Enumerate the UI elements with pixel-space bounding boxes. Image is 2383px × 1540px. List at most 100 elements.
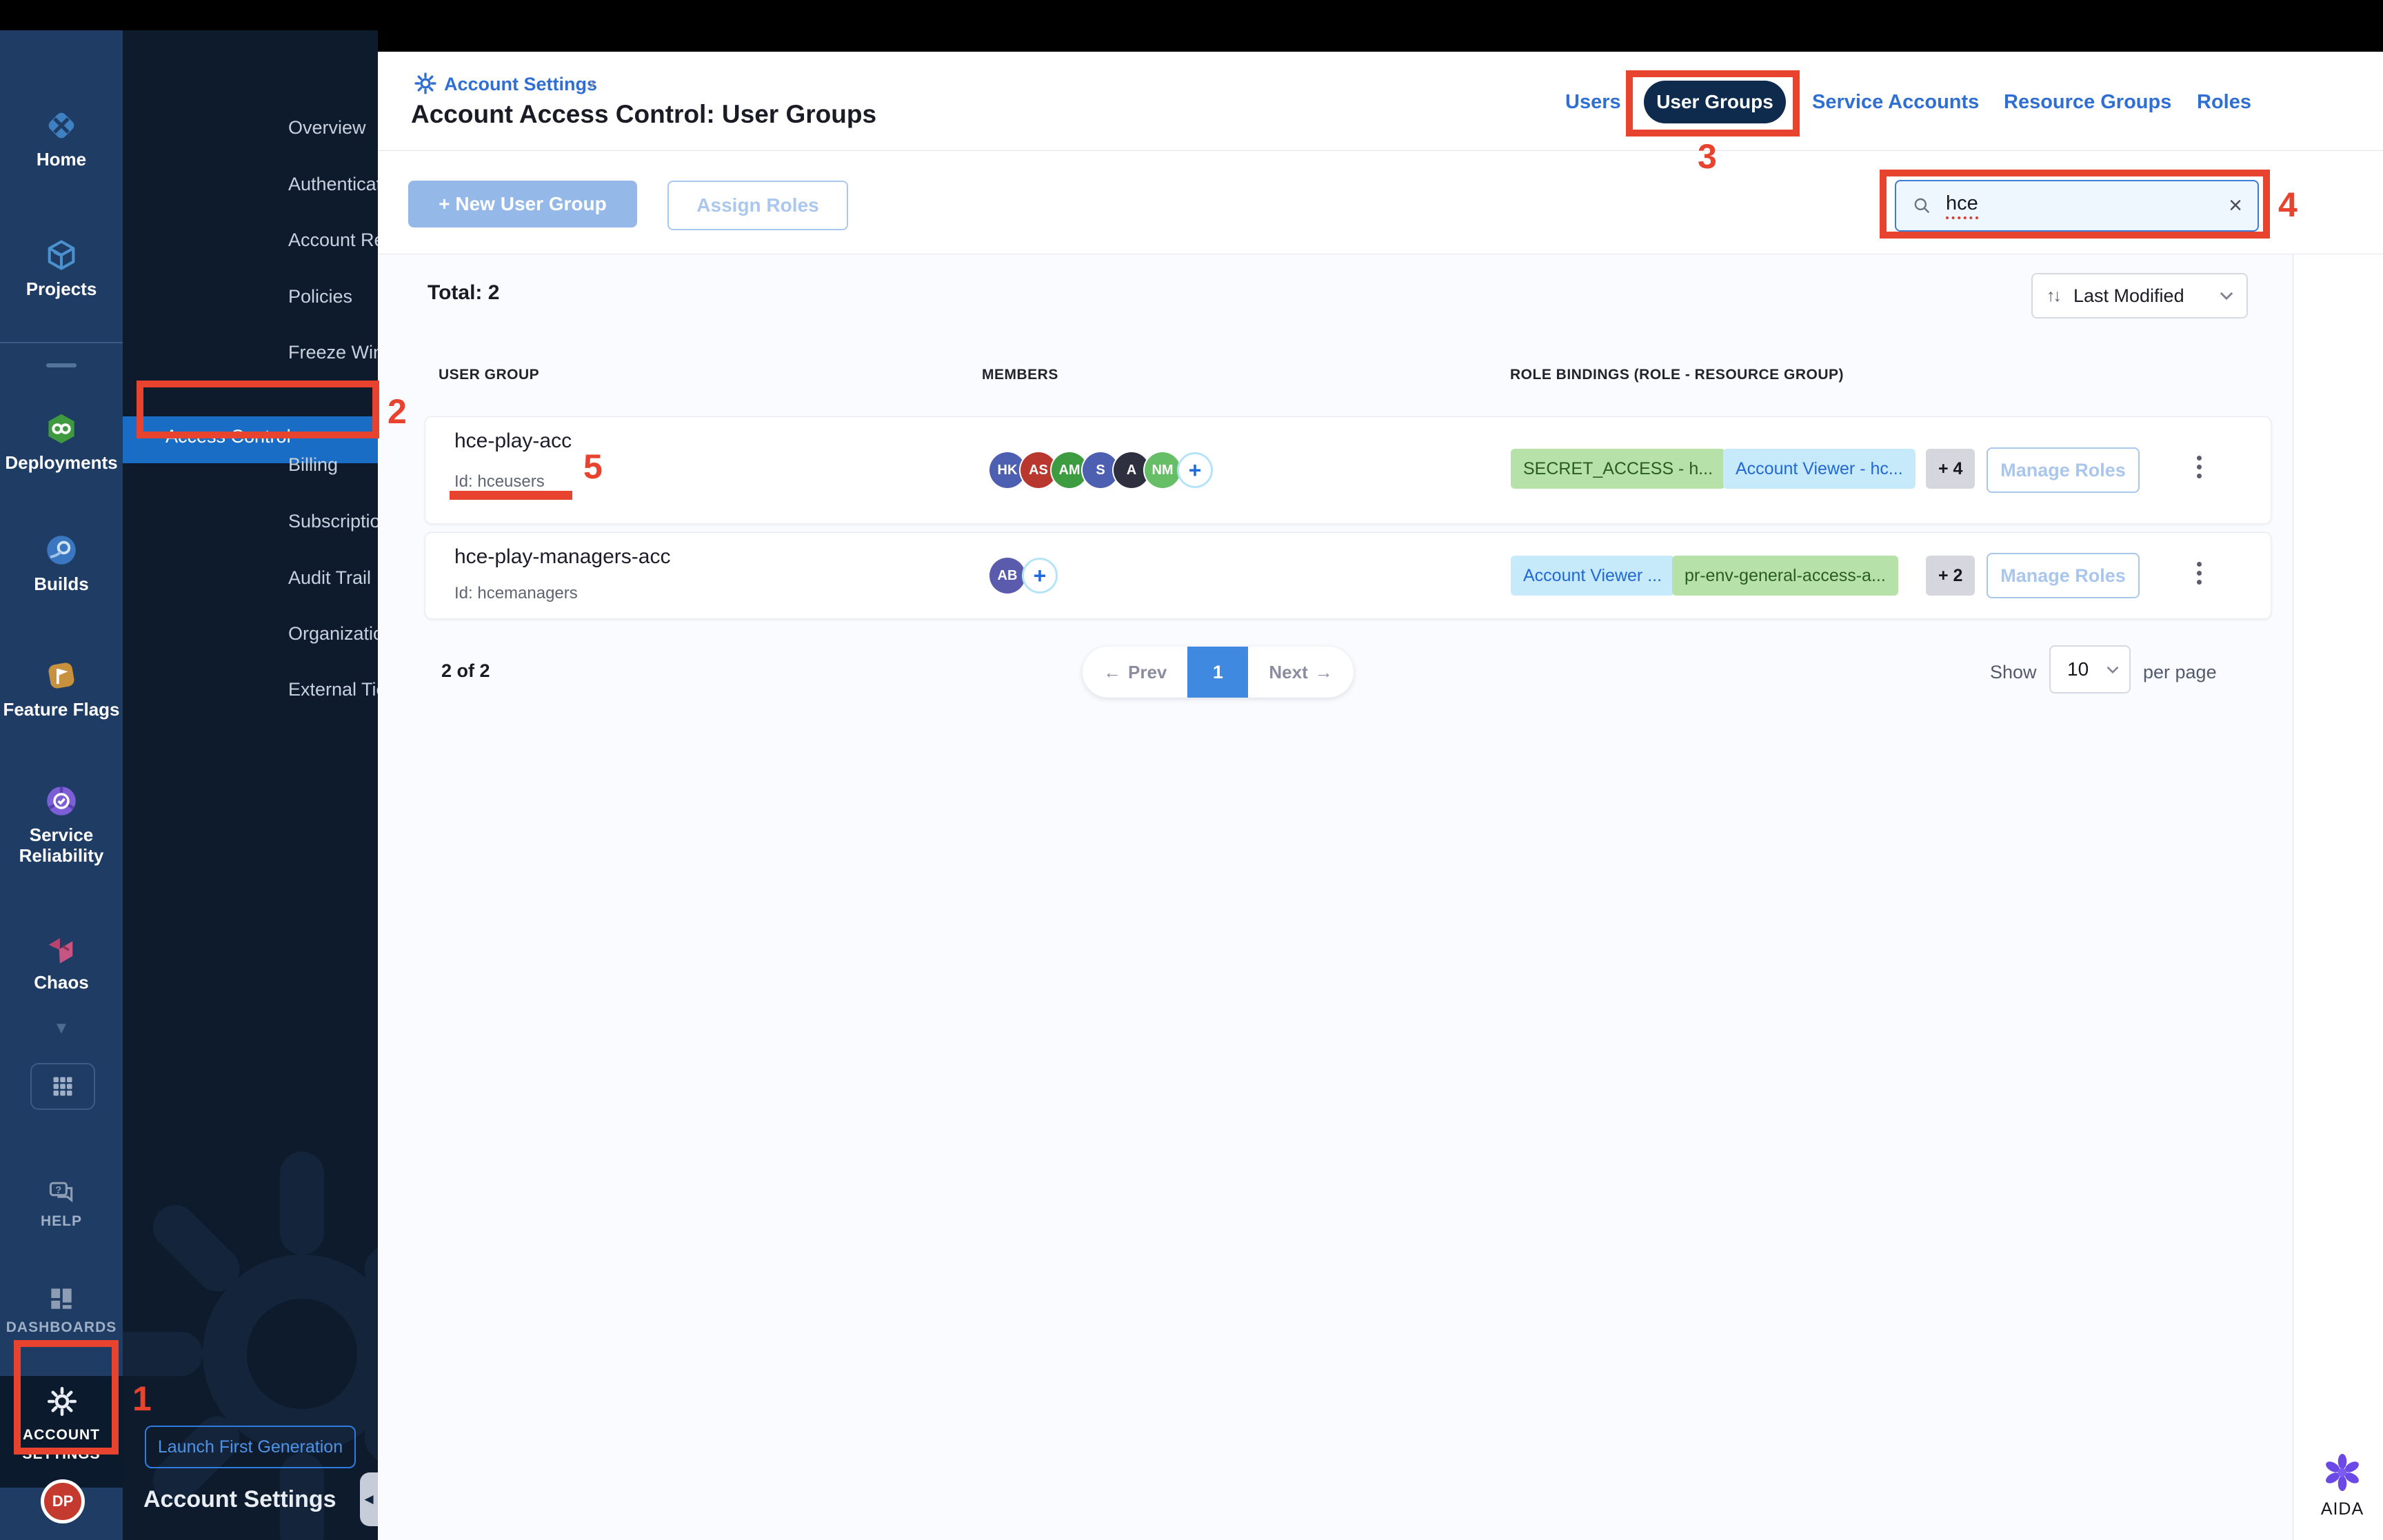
- member-avatar[interactable]: NM: [1145, 452, 1180, 488]
- current-page-button[interactable]: 1: [1187, 647, 1249, 698]
- sort-dropdown[interactable]: ↑↓ Last Modified: [2031, 273, 2248, 318]
- sidebar-item-chaos[interactable]: Chaos: [0, 931, 123, 993]
- module-picker-button[interactable]: [30, 1063, 95, 1110]
- launch-first-generation-button[interactable]: Launch First Generation: [145, 1426, 356, 1468]
- tab-users[interactable]: Users: [1565, 91, 1621, 114]
- manage-roles-button[interactable]: Manage Roles: [1987, 553, 2140, 598]
- service-reliability-icon: [47, 787, 76, 815]
- sort-label: Last Modified: [2073, 285, 2184, 306]
- aida-icon: [2326, 1454, 2359, 1491]
- user-group-name[interactable]: hce-play-acc: [454, 429, 572, 453]
- feature-flags-icon: [48, 662, 74, 689]
- page-size-dropdown[interactable]: 10: [2049, 645, 2131, 693]
- annotation-number-2: 2: [388, 392, 407, 431]
- builds-icon: [47, 536, 76, 565]
- role-binding-badge[interactable]: pr-env-general-access-a...: [1672, 556, 1898, 596]
- sidebar-divider: [0, 342, 123, 343]
- annotation-box-2: [137, 381, 379, 438]
- menu-item-subscriptions[interactable]: Subscriptions: [288, 507, 378, 535]
- column-header-user-group: USER GROUP: [439, 367, 540, 383]
- tab-service-accounts[interactable]: Service Accounts: [1812, 91, 1979, 114]
- sidebar-chevron-down-icon[interactable]: ▼: [0, 1019, 123, 1038]
- sidebar-item-projects[interactable]: Projects: [0, 237, 123, 299]
- chaos-icon: [48, 938, 73, 964]
- sidebar-item-builds[interactable]: Builds: [0, 532, 123, 594]
- module-sidebar: Home Projects Deployments Builds Feature…: [0, 30, 123, 1540]
- app-window: Home Projects Deployments Builds Feature…: [0, 0, 2383, 1540]
- assign-roles-button[interactable]: Assign Roles: [667, 181, 848, 230]
- page-title: Account Access Control: User Groups: [411, 100, 877, 128]
- home-icon: [48, 112, 74, 139]
- menu-item-authentication[interactable]: Authentication: [288, 170, 378, 198]
- add-member-button[interactable]: +: [1177, 452, 1213, 488]
- sidebar-drag-handle[interactable]: [46, 363, 77, 367]
- column-header-members: MEMBERS: [982, 367, 1058, 383]
- menu-item-audit-trail[interactable]: Audit Trail: [288, 564, 371, 591]
- menu-item-account-resources[interactable]: Account Resources: [288, 226, 378, 254]
- annotation-number-3: 3: [1698, 137, 1717, 176]
- row-menu-icon[interactable]: [2192, 558, 2206, 589]
- role-binding-badge[interactable]: Account Viewer - hc...: [1723, 449, 1916, 489]
- more-bindings-badge[interactable]: + 4: [1926, 449, 1975, 489]
- dashboards-icon: [51, 1288, 72, 1309]
- tab-resource-groups[interactable]: Resource Groups: [2004, 91, 2171, 114]
- menu-item-freeze-windows[interactable]: Freeze Windows: [288, 338, 378, 366]
- annotation-underline-5: [450, 491, 572, 500]
- tab-roles[interactable]: Roles: [2197, 91, 2251, 114]
- sidebar-footer-title: Account Settings: [143, 1486, 336, 1512]
- breadcrumb[interactable]: Account Settings: [444, 74, 597, 95]
- more-bindings-badge[interactable]: + 2: [1926, 556, 1975, 596]
- breadcrumb-separator: ›: [589, 72, 595, 93]
- column-header-role-bindings: ROLE BINDINGS (ROLE - RESOURCE GROUP): [1510, 367, 1844, 383]
- annotation-number-4: 4: [2278, 185, 2297, 224]
- deployments-icon: [48, 414, 74, 444]
- menu-item-organizations[interactable]: Organizations: [288, 620, 378, 647]
- menu-item-policies[interactable]: Policies: [288, 283, 352, 310]
- prev-page-button[interactable]: ← Prev: [1083, 647, 1187, 698]
- annotation-box-3: [1626, 70, 1800, 136]
- user-group-id: Id: hcemanagers: [454, 584, 578, 602]
- new-user-group-button[interactable]: + New User Group: [408, 181, 637, 227]
- menu-item-overview[interactable]: Overview: [288, 114, 366, 141]
- sort-icon: ↑↓: [2047, 285, 2062, 305]
- row-menu-icon[interactable]: [2192, 452, 2206, 483]
- sidebar-item-feature-flags[interactable]: Feature Flags: [0, 658, 123, 720]
- sidebar-item-dashboards[interactable]: DASHBOARDS: [0, 1284, 123, 1336]
- breadcrumb-gear-icon: [414, 72, 437, 95]
- user-avatar[interactable]: DP: [42, 1481, 83, 1522]
- role-binding-badge[interactable]: SECRET_ACCESS - h...: [1511, 449, 1726, 489]
- sidebar-item-service-reliability[interactable]: Service Reliability: [0, 783, 123, 866]
- show-label: Show: [1990, 662, 2037, 682]
- member-avatar[interactable]: AB: [989, 558, 1025, 594]
- pagination: ← Prev 1 Next →: [1083, 647, 1354, 698]
- user-group-id: Id: hceusers: [454, 472, 545, 491]
- projects-icon: [48, 240, 75, 270]
- aida-widget[interactable]: AIDA: [2311, 1452, 2373, 1519]
- chevron-down-icon: [2219, 291, 2234, 301]
- manage-roles-button[interactable]: Manage Roles: [1987, 447, 2140, 493]
- help-icon: ?: [49, 1182, 73, 1203]
- next-page-button[interactable]: Next →: [1248, 647, 1353, 698]
- sidebar-item-deployments[interactable]: Deployments: [0, 411, 123, 473]
- annotation-number-5: 5: [583, 447, 603, 486]
- user-group-name[interactable]: hce-play-managers-acc: [454, 545, 670, 569]
- annotation-box-1: [14, 1340, 119, 1455]
- arrow-left-icon: ←: [1103, 661, 1121, 682]
- role-binding-badge[interactable]: Account Viewer ...: [1511, 556, 1675, 596]
- pagination-range: 2 of 2: [441, 660, 490, 681]
- add-member-button[interactable]: +: [1022, 558, 1058, 594]
- menu-item-billing[interactable]: Billing: [288, 451, 338, 478]
- arrow-right-icon: →: [1314, 661, 1333, 682]
- aida-label: AIDA: [2320, 1499, 2364, 1519]
- account-settings-sidebar: Overview Authentication Account Resource…: [123, 30, 378, 1540]
- sidebar-item-help[interactable]: ? HELP: [0, 1177, 123, 1230]
- total-count: Total: 2: [428, 281, 500, 304]
- chevron-down-icon: [2106, 665, 2120, 674]
- sidebar-collapse-button[interactable]: ◀: [360, 1472, 378, 1526]
- sidebar-item-home[interactable]: Home: [0, 108, 123, 170]
- per-page-label: per page: [2143, 662, 2217, 682]
- page-header: Account Settings › Account Access Contro…: [378, 52, 2383, 151]
- table-row[interactable]: hce-play-acc Id: hceusers HK AS AM S A N…: [425, 416, 2271, 524]
- menu-item-external-tickets[interactable]: External Tickets: [288, 676, 378, 703]
- table-row[interactable]: hce-play-managers-acc Id: hcemanagers AB…: [425, 532, 2271, 619]
